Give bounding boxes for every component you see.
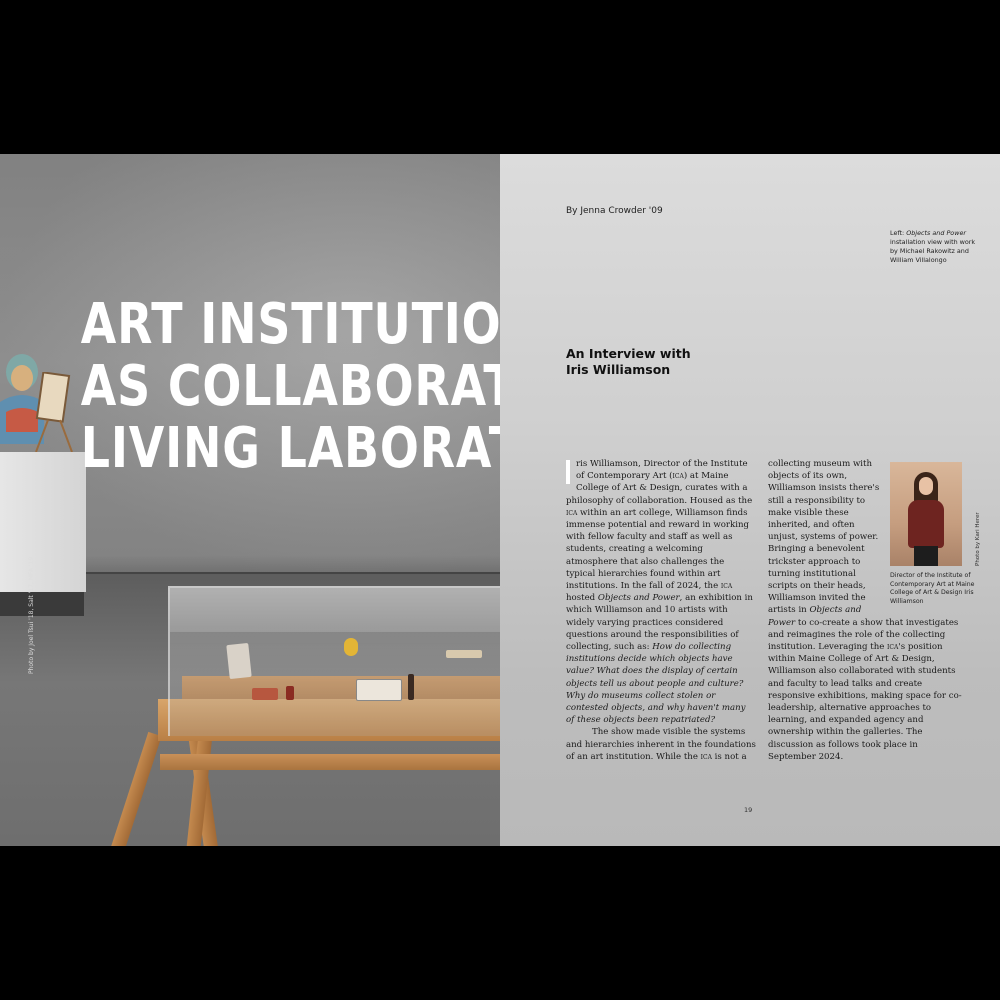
caption-prefix: Left: [890, 229, 907, 237]
artifact-mask [344, 638, 358, 656]
magazine-spread: ART INSTITUTION AS COLLABORATIVE, LIVING… [0, 154, 1000, 846]
ica-abbrev: ica [887, 642, 899, 653]
portrait-sweater [908, 500, 944, 548]
ica-abbrev: ica [566, 507, 578, 518]
left-page-photo: ART INSTITUTION AS COLLABORATIVE, LIVING… [0, 154, 500, 846]
installation-caption: Left: Objects and Power installation vie… [890, 229, 980, 265]
pedestal-base [0, 592, 84, 616]
portrait-pants [914, 546, 938, 566]
page-number: 19 [744, 806, 753, 814]
body-text: hosted [566, 593, 598, 604]
artifact-small-object [446, 650, 482, 658]
artifact-figure [408, 674, 414, 700]
artifact-drawing [356, 679, 402, 701]
artifact-small-object [252, 688, 278, 700]
article-subtitle: An Interview with Iris Williamson [566, 346, 766, 378]
easel-artwork [35, 372, 73, 452]
headline-line-3: LIVING LABORATORY [80, 416, 500, 481]
body-text: within an art college, Williamson finds … [566, 507, 749, 592]
white-pedestal [0, 452, 86, 592]
photo-credit-right: Photo by Kari Herer [975, 512, 981, 566]
body-text: 's position within Maine College of Art … [768, 642, 962, 762]
collecting-questions: How do collecting institutions decide wh… [566, 642, 746, 726]
artifact-small-object [286, 686, 294, 700]
subtitle-line-2: Iris Williamson [566, 362, 671, 377]
article-headline: ART INSTITUTION AS COLLABORATIVE, LIVING… [80, 292, 500, 481]
caption-rest: installation view with work by Michael R… [890, 238, 976, 264]
ica-abbrev: ica [672, 471, 684, 482]
portrait-photo [890, 462, 962, 566]
body-paragraph: ris Williamson, Director of the Institut… [566, 458, 756, 726]
body-text: collecting museum with objects of its ow… [768, 459, 880, 616]
portrait-face [919, 477, 933, 495]
byline: By Jenna Crowder '09 [566, 206, 663, 216]
body-paragraph: The show made visible the systems and hi… [566, 726, 756, 763]
ica-abbrev: ica [720, 581, 733, 592]
artifact-card [226, 642, 252, 680]
subtitle-line-1: An Interview with [566, 346, 691, 361]
body-column-1: ris Williamson, Director of the Institut… [566, 458, 756, 763]
headline-line-2: AS COLLABORATIVE, [80, 354, 500, 419]
ica-abbrev: ica [700, 751, 712, 762]
glass-vitrine-lid [168, 586, 500, 632]
drop-cap-bar [566, 460, 570, 484]
exhibition-title: Objects and Power [597, 593, 680, 604]
photo-credit-left: Photo by Joel Tsui '18, Salt '17, MFA '1… [28, 556, 35, 674]
headline-line-1: ART INSTITUTION [80, 292, 500, 357]
right-page-article: By Jenna Crowder '09 Left: Objects and P… [500, 154, 1000, 846]
table-crossbar [160, 754, 500, 770]
portrait-caption: Director of the Institute of Contemporar… [890, 572, 975, 605]
body-text: is not a [711, 751, 747, 762]
caption-exhibition-title: Objects and Power [906, 229, 966, 237]
